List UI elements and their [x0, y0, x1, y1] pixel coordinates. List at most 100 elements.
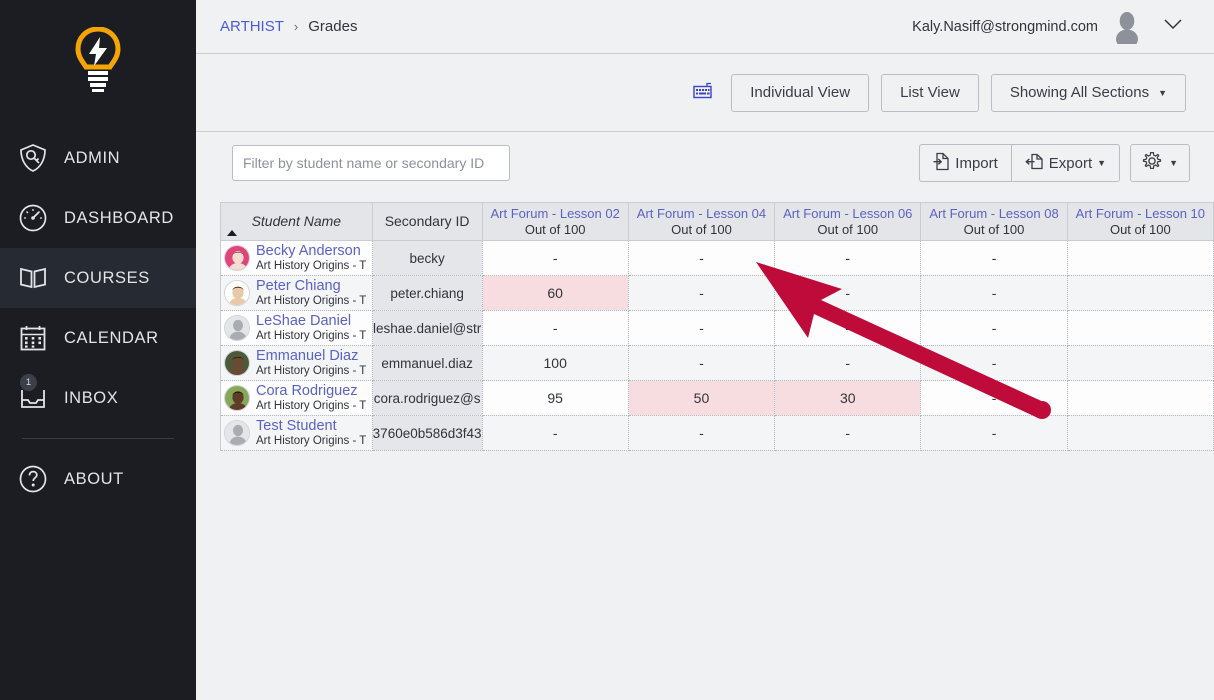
table-row[interactable]: LeShae Daniel Art History Origins - Tlesh…: [221, 310, 1214, 346]
table-row[interactable]: Emmanuel Diaz Art History Origins - Temma…: [221, 345, 1214, 381]
grade-cell[interactable]: -: [920, 380, 1068, 416]
gear-icon: [1142, 151, 1162, 175]
grade-cell[interactable]: -: [628, 275, 776, 311]
sidebar-item-inbox[interactable]: 1 INBOX: [0, 368, 196, 428]
grade-cell[interactable]: -: [774, 310, 922, 346]
grade-cell[interactable]: 50: [628, 380, 776, 416]
user-menu[interactable]: Kaly.Nasiff@strongmind.com: [912, 10, 1190, 44]
sidebar: ADMIN DASHBOARD COURSES CALENDAR 1 INBOX…: [0, 0, 222, 700]
student-name-cell[interactable]: Peter Chiang Art History Origins - T: [221, 275, 373, 311]
student-name-link[interactable]: LeShae Daniel: [256, 314, 366, 329]
column-header-assignment-1[interactable]: Art Forum - Lesson 04 Out of 100: [628, 202, 776, 241]
grade-cell[interactable]: -: [920, 275, 1068, 311]
column-header-student-name[interactable]: Student Name: [221, 202, 373, 241]
student-course-label: Art History Origins - T: [256, 294, 367, 307]
grade-cell[interactable]: -: [774, 415, 922, 451]
grade-cell[interactable]: -: [920, 345, 1068, 381]
student-name-cell[interactable]: Emmanuel Diaz Art History Origins - T: [221, 345, 373, 381]
grades-grid[interactable]: Student Name Secondary ID Art Forum - Le…: [220, 202, 1214, 451]
shield-key-icon: [18, 143, 48, 173]
grade-cell[interactable]: -: [920, 415, 1068, 451]
grade-cell[interactable]: 30: [774, 380, 922, 416]
student-name-link[interactable]: Becky Anderson: [256, 244, 366, 259]
table-row[interactable]: Peter Chiang Art History Origins - Tpeter…: [221, 275, 1214, 311]
chevron-down-icon: ▼: [1158, 87, 1167, 98]
grade-cell[interactable]: -: [482, 310, 629, 346]
breadcrumb-current: Grades: [308, 18, 358, 35]
grade-cell[interactable]: -: [628, 345, 776, 381]
grade-cell[interactable]: [1067, 380, 1214, 416]
grade-cell[interactable]: -: [482, 415, 629, 451]
sections-filter-dropdown[interactable]: Showing All Sections ▼: [990, 73, 1186, 112]
keyboard-icon[interactable]: [693, 82, 713, 104]
settings-button[interactable]: ▼: [1130, 144, 1190, 182]
chevron-down-icon[interactable]: [1156, 15, 1190, 38]
sidebar-item-courses[interactable]: COURSES: [0, 248, 196, 308]
column-header-secondary-id[interactable]: Secondary ID: [372, 202, 483, 241]
sidebar-item-admin[interactable]: ADMIN: [0, 128, 196, 188]
grade-cell[interactable]: [1067, 345, 1214, 381]
sidebar-item-about[interactable]: ABOUT: [0, 449, 196, 509]
student-name-link[interactable]: Emmanuel Diaz: [256, 349, 366, 364]
column-header-label: Secondary ID: [384, 212, 470, 229]
assignment-points: Out of 100: [963, 221, 1025, 237]
avatar: [1110, 10, 1144, 44]
grade-cell[interactable]: [1067, 310, 1214, 346]
grade-cell[interactable]: 100: [482, 345, 629, 381]
student-name-link[interactable]: Cora Rodriguez: [256, 384, 366, 399]
student-name-link[interactable]: Test Student: [256, 419, 366, 434]
grade-cell[interactable]: [1067, 415, 1214, 451]
list-view-button[interactable]: List View: [881, 73, 979, 112]
import-button[interactable]: Import: [919, 144, 1011, 182]
table-row[interactable]: Cora Rodriguez Art History Origins - Tcor…: [221, 380, 1214, 416]
student-course-label: Art History Origins - T: [256, 364, 367, 377]
export-button[interactable]: Export ▼: [1010, 144, 1121, 182]
assignment-title[interactable]: Art Forum - Lesson 06: [775, 206, 920, 222]
grade-cell[interactable]: -: [482, 240, 629, 276]
search-input[interactable]: [232, 145, 510, 181]
sidebar-item-label: ADMIN: [64, 148, 121, 167]
sidebar-item-dashboard[interactable]: DASHBOARD: [0, 188, 196, 248]
assignment-title[interactable]: Art Forum - Lesson 02: [483, 206, 628, 222]
app-root: ADMIN DASHBOARD COURSES CALENDAR 1 INBOX…: [0, 0, 1214, 700]
grade-cell[interactable]: [1067, 240, 1214, 276]
grade-cell[interactable]: -: [774, 240, 922, 276]
breadcrumb-course-link[interactable]: ARTHIST: [220, 18, 284, 35]
sidebar-nav: ADMIN DASHBOARD COURSES CALENDAR 1 INBOX…: [0, 128, 196, 509]
grade-cell[interactable]: -: [920, 310, 1068, 346]
student-name-cell[interactable]: Cora Rodriguez Art History Origins - T: [221, 380, 373, 416]
secondary-id-cell: cora.rodriguez@s: [372, 380, 483, 416]
grades-table-body: Becky Anderson Art History Origins - Tbec…: [221, 240, 1214, 451]
assignment-points: Out of 100: [817, 221, 879, 237]
grade-cell[interactable]: [1067, 275, 1214, 311]
import-export-group: Import Export ▼: [919, 144, 1121, 182]
individual-view-button[interactable]: Individual View: [731, 73, 870, 112]
column-header-assignment-2[interactable]: Art Forum - Lesson 06 Out of 100: [774, 202, 922, 241]
avatar: [224, 350, 250, 376]
table-row[interactable]: Test Student Art History Origins - T 3760e…: [221, 415, 1214, 451]
grade-cell[interactable]: 60: [482, 275, 629, 311]
import-label: Import: [955, 154, 998, 172]
grade-cell[interactable]: -: [920, 240, 1068, 276]
sidebar-item-label: DASHBOARD: [64, 208, 174, 227]
grade-cell[interactable]: -: [628, 415, 776, 451]
column-header-assignment-4[interactable]: Art Forum - Lesson 10 Out of 100: [1067, 202, 1214, 241]
assignment-title[interactable]: Art Forum - Lesson 08: [921, 206, 1066, 222]
column-header-assignment-3[interactable]: Art Forum - Lesson 08 Out of 100: [920, 202, 1068, 241]
sidebar-item-calendar[interactable]: CALENDAR: [0, 308, 196, 368]
student-name-cell[interactable]: LeShae Daniel Art History Origins - T: [221, 310, 373, 346]
student-name-link[interactable]: Peter Chiang: [256, 279, 366, 294]
assignment-title[interactable]: Art Forum - Lesson 10: [1068, 206, 1213, 222]
grade-cell[interactable]: -: [774, 275, 922, 311]
sort-ascending-icon: [227, 230, 237, 236]
grade-cell[interactable]: -: [628, 240, 776, 276]
assignment-title[interactable]: Art Forum - Lesson 04: [629, 206, 774, 222]
student-name-cell[interactable]: Becky Anderson Art History Origins - T: [221, 240, 373, 276]
sidebar-divider: [22, 438, 174, 439]
grade-cell[interactable]: -: [628, 310, 776, 346]
grade-cell[interactable]: -: [774, 345, 922, 381]
column-header-assignment-0[interactable]: Art Forum - Lesson 02 Out of 100: [482, 202, 629, 241]
student-name-cell[interactable]: Test Student Art History Origins - T: [221, 415, 373, 451]
table-row[interactable]: Becky Anderson Art History Origins - Tbec…: [221, 240, 1214, 276]
grade-cell[interactable]: 95: [482, 380, 629, 416]
